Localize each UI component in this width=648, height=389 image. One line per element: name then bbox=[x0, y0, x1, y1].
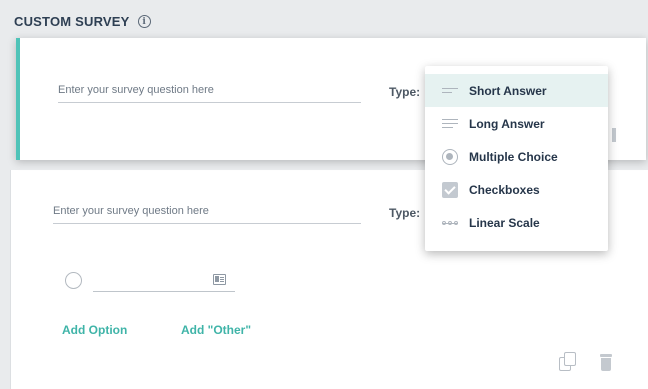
long-answer-icon bbox=[442, 116, 458, 132]
survey-question-input-2[interactable] bbox=[53, 205, 361, 224]
menu-item-checkboxes[interactable]: Checkboxes bbox=[425, 173, 608, 206]
option-text-field[interactable] bbox=[93, 291, 235, 292]
menu-item-label: Multiple Choice bbox=[469, 149, 558, 164]
checkboxes-icon bbox=[442, 181, 458, 198]
short-answer-icon bbox=[442, 83, 458, 99]
add-option-link[interactable]: Add Option bbox=[62, 323, 127, 337]
menu-item-linear-scale[interactable]: Linear Scale bbox=[425, 206, 608, 239]
multiple-choice-icon bbox=[442, 148, 458, 165]
image-upload-icon[interactable] bbox=[213, 274, 226, 285]
menu-item-long-answer[interactable]: Long Answer bbox=[425, 107, 608, 140]
survey-header: CUSTOM SURVEY i bbox=[14, 14, 151, 29]
type-label-2: Type: bbox=[389, 206, 421, 220]
delete-icon-partial[interactable] bbox=[612, 128, 616, 142]
type-label-1: Type: bbox=[389, 85, 421, 99]
delete-icon[interactable] bbox=[600, 354, 612, 371]
type-dropdown-menu: Short Answer Long Answer Multiple Choice… bbox=[425, 66, 608, 251]
duplicate-icon[interactable] bbox=[559, 352, 576, 372]
radio-option-icon[interactable] bbox=[65, 272, 82, 289]
menu-item-multiple-choice[interactable]: Multiple Choice bbox=[425, 140, 608, 173]
survey-question-input-1[interactable] bbox=[58, 84, 361, 103]
add-other-link[interactable]: Add "Other" bbox=[181, 323, 251, 337]
menu-item-label: Short Answer bbox=[469, 83, 547, 98]
menu-item-short-answer[interactable]: Short Answer bbox=[425, 74, 608, 107]
linear-scale-icon bbox=[442, 215, 458, 231]
menu-item-label: Checkboxes bbox=[469, 182, 540, 197]
menu-item-label: Linear Scale bbox=[469, 215, 540, 230]
page-title: CUSTOM SURVEY bbox=[14, 14, 130, 29]
menu-item-label: Long Answer bbox=[469, 116, 545, 131]
info-icon[interactable]: i bbox=[137, 15, 151, 28]
